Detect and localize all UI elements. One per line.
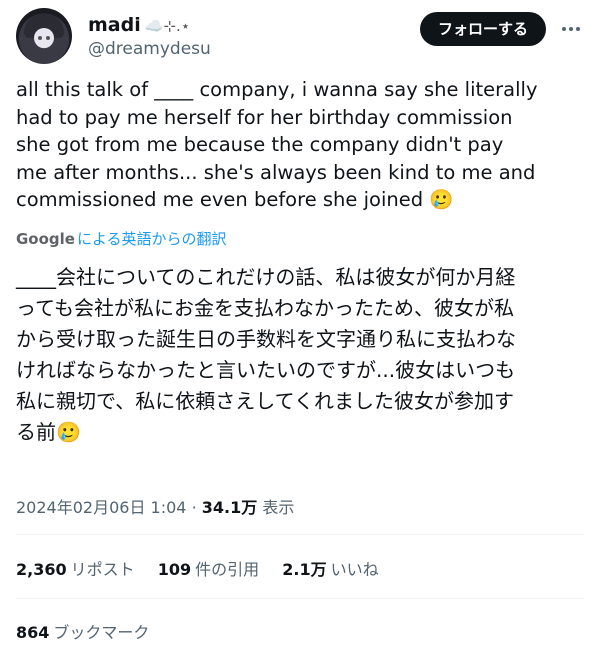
avatar-eye bbox=[46, 36, 50, 40]
author-names[interactable]: madi ☁️⊹.⋆ @dreamydesu bbox=[88, 14, 211, 61]
bookmarks-count: 864 bbox=[16, 623, 50, 642]
avatar[interactable] bbox=[16, 8, 72, 64]
timestamp[interactable]: 2024年02月06日 1:04 bbox=[16, 498, 186, 517]
reposts-count: 2,360 bbox=[16, 560, 67, 579]
tweet-text: all this talk of ____ company, i wanna s… bbox=[16, 78, 538, 211]
display-name-text: madi bbox=[88, 14, 141, 36]
more-options-icon[interactable] bbox=[558, 16, 584, 42]
meta-separator: · bbox=[191, 498, 197, 517]
display-name-decoration: ☁️⊹.⋆ bbox=[144, 17, 191, 35]
reposts-stat[interactable]: 2,360 リポスト bbox=[16, 560, 135, 579]
translated-text: ____会社についてのこれだけの話、私は彼女が何か月経 っても会社が私にお金を支… bbox=[16, 265, 516, 444]
divider bbox=[16, 534, 584, 535]
views-count: 34.1万 bbox=[201, 498, 258, 517]
bookmarks-label: ブックマーク bbox=[53, 623, 150, 642]
avatar-face bbox=[34, 28, 54, 48]
quotes-stat[interactable]: 109 件の引用 bbox=[158, 560, 259, 579]
likes-stat[interactable]: 2.1万 いいね bbox=[282, 560, 378, 579]
follow-button[interactable]: フォローする bbox=[419, 12, 546, 46]
avatar-eye bbox=[38, 36, 42, 40]
user-handle[interactable]: @dreamydesu bbox=[88, 37, 211, 61]
tweet-meta: 2024年02月06日 1:04 · 34.1万 表示 bbox=[16, 494, 294, 518]
likes-count: 2.1万 bbox=[282, 560, 327, 579]
display-name[interactable]: madi ☁️⊹.⋆ bbox=[88, 14, 211, 37]
reposts-label: リポスト bbox=[70, 560, 135, 579]
quotes-count: 109 bbox=[157, 560, 192, 579]
likes-label: いいね bbox=[330, 560, 379, 579]
engagement-stats: 2,360 リポスト 109 件の引用 2.1万 いいね bbox=[16, 556, 397, 580]
tweet-header: madi ☁️⊹.⋆ @dreamydesu フォローする bbox=[16, 8, 584, 64]
google-logo: Google bbox=[16, 230, 75, 248]
divider bbox=[16, 598, 584, 599]
views-label: 表示 bbox=[262, 498, 295, 517]
bookmarks-stat[interactable]: 864 ブックマーク bbox=[16, 619, 149, 643]
translation-link[interactable]: Google による英語からの翻訳 bbox=[16, 228, 227, 249]
translation-label: による英語からの翻訳 bbox=[76, 230, 227, 248]
quotes-label: 件の引用 bbox=[195, 560, 260, 579]
